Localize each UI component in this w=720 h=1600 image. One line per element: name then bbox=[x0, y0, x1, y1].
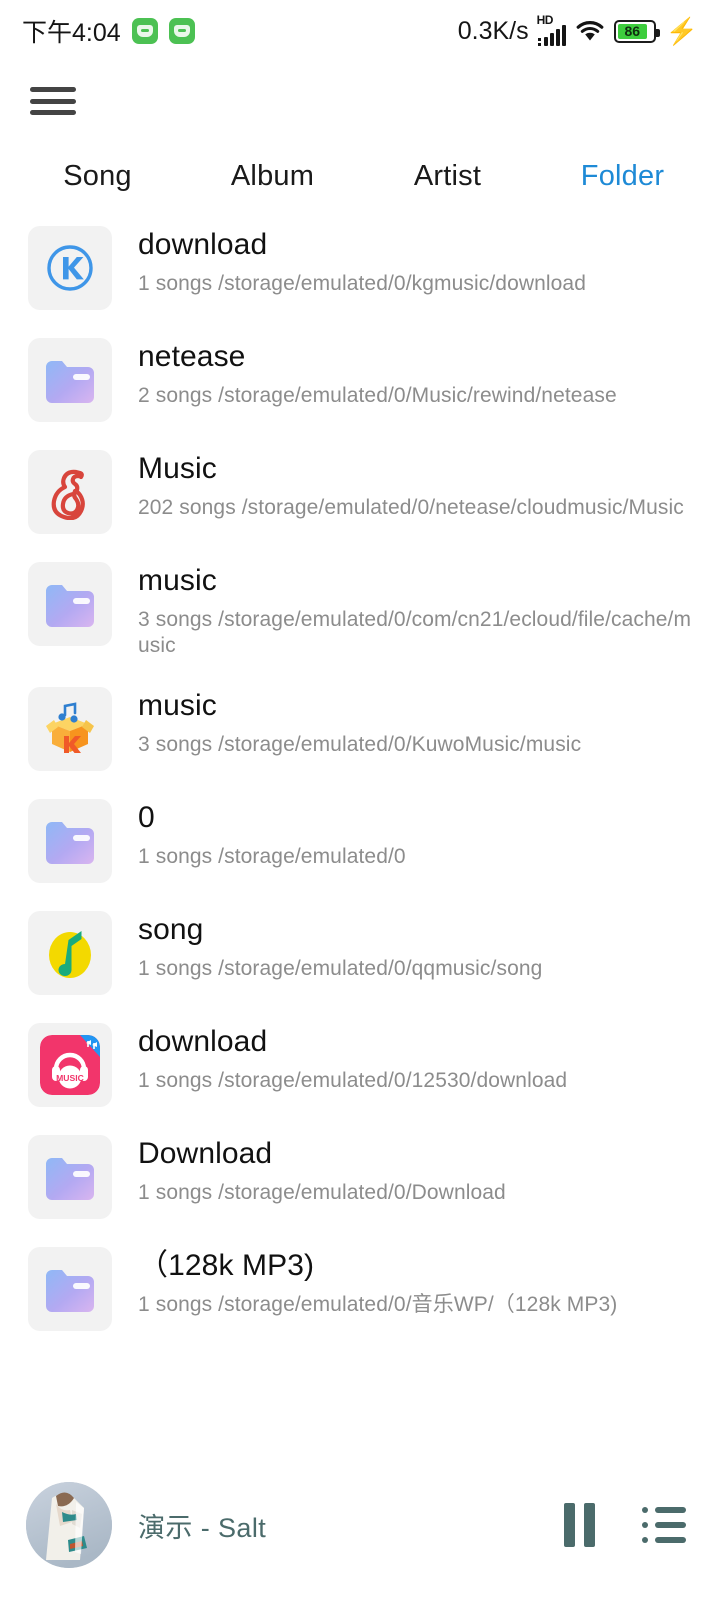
folder-list-item[interactable]: music 3 songs /storage/emulated/0/com/cn2… bbox=[0, 548, 720, 673]
folder-icon bbox=[28, 799, 112, 883]
app-notification-icon bbox=[168, 18, 195, 44]
folder-item-text: music 3 songs /storage/emulated/0/KuwoMus… bbox=[138, 687, 692, 758]
hamburger-menu-icon[interactable] bbox=[30, 84, 76, 118]
now-playing-title: 演示 - Salt bbox=[138, 1512, 267, 1543]
kuwo-icon bbox=[28, 687, 112, 771]
folder-item-subtitle: 2 songs /storage/emulated/0/Music/rewind… bbox=[138, 383, 617, 407]
playlist-icon[interactable] bbox=[642, 1507, 686, 1543]
battery-percent-label: 86 bbox=[617, 23, 647, 39]
folder-item-text: Download 1 songs /storage/emulated/0/Down… bbox=[138, 1135, 692, 1206]
folder-list-item[interactable]: （128k MP3) 1 songs /storage/emulated/0/音乐… bbox=[0, 1233, 720, 1345]
album-art[interactable] bbox=[26, 1482, 112, 1568]
folder-item-subtitle: 1 songs /storage/emulated/0/12530/downlo… bbox=[138, 1068, 568, 1092]
folder-list-item[interactable]: netease 2 songs /storage/emulated/0/Music… bbox=[0, 324, 720, 436]
folder-item-title: netease bbox=[138, 340, 246, 373]
kugou-icon bbox=[28, 226, 112, 310]
folder-item-title: download bbox=[138, 228, 268, 261]
folder-icon bbox=[28, 338, 112, 422]
folder-item-subtitle: 202 songs /storage/emulated/0/netease/cl… bbox=[138, 495, 684, 519]
pause-icon[interactable] bbox=[564, 1503, 598, 1547]
folder-list-item[interactable]: download 1 songs /storage/emulated/0/kgmu… bbox=[0, 212, 720, 324]
mini-player-bar[interactable]: 演示 - Salt bbox=[0, 1450, 720, 1600]
charging-bolt-icon: ⚡ bbox=[665, 16, 698, 46]
folder-item-title: download bbox=[138, 1025, 268, 1058]
folder-item-title: Download bbox=[138, 1137, 273, 1170]
app-notification-icon bbox=[131, 18, 158, 44]
folder-item-text: download 1 songs /storage/emulated/0/1253… bbox=[138, 1023, 692, 1094]
folder-list-item[interactable]: MUSIC download 1 songs /storage/emulated/… bbox=[0, 1009, 720, 1121]
player-controls bbox=[564, 1503, 686, 1547]
folder-item-text: 0 1 songs /storage/emulated/0 bbox=[138, 799, 692, 870]
folder-item-title: music bbox=[138, 564, 217, 597]
signal-dots bbox=[537, 38, 541, 46]
folder-item-text: netease 2 songs /storage/emulated/0/Music… bbox=[138, 338, 692, 409]
signal-icon: HD bbox=[537, 13, 566, 46]
netease-icon bbox=[28, 450, 112, 534]
tab-folder[interactable]: Folder bbox=[535, 160, 710, 193]
folder-list-item[interactable]: Music 202 songs /storage/emulated/0/netea… bbox=[0, 436, 720, 548]
status-bar-right: 0.3K/s HD 86 ⚡ bbox=[457, 13, 698, 46]
folder-item-text: song 1 songs /storage/emulated/0/qqmusic/… bbox=[138, 911, 692, 982]
status-time: 下午4:04 bbox=[22, 19, 121, 47]
folder-icon bbox=[28, 1135, 112, 1219]
wifi-icon bbox=[575, 19, 605, 43]
folder-item-subtitle: 3 songs /storage/emulated/0/KuwoMusic/mu… bbox=[138, 732, 582, 756]
folder-list-item[interactable]: Download 1 songs /storage/emulated/0/Down… bbox=[0, 1121, 720, 1233]
folder-item-subtitle: 1 songs /storage/emulated/0/音乐WP/（128k M… bbox=[138, 1292, 618, 1316]
folder-list: download 1 songs /storage/emulated/0/kgmu… bbox=[0, 212, 720, 1355]
folder-item-subtitle: 1 songs /storage/emulated/0/Download bbox=[138, 1180, 506, 1204]
folder-item-title: song bbox=[138, 913, 204, 946]
tab-album[interactable]: Album bbox=[185, 160, 360, 193]
top-bar bbox=[0, 62, 720, 140]
folder-item-text: Music 202 songs /storage/emulated/0/netea… bbox=[138, 450, 692, 521]
tab-artist[interactable]: Artist bbox=[360, 160, 535, 193]
folder-list-item[interactable]: song 1 songs /storage/emulated/0/qqmusic/… bbox=[0, 897, 720, 1009]
folder-item-title: 0 bbox=[138, 801, 155, 834]
folder-item-text: download 1 songs /storage/emulated/0/kgmu… bbox=[138, 226, 692, 297]
12530-icon: MUSIC bbox=[28, 1023, 112, 1107]
folder-item-text: （128k MP3) 1 songs /storage/emulated/0/音乐… bbox=[138, 1247, 692, 1318]
folder-item-subtitle: 1 songs /storage/emulated/0/qqmusic/song bbox=[138, 956, 543, 980]
tab-song[interactable]: Song bbox=[10, 160, 185, 193]
tab-bar: Song Album Artist Folder bbox=[0, 140, 720, 212]
folder-item-text: music 3 songs /storage/emulated/0/com/cn2… bbox=[138, 562, 692, 659]
folder-item-title: music bbox=[138, 689, 217, 722]
network-speed-label: 0.3K/s bbox=[457, 16, 529, 45]
status-bar: 下午4:04 0.3K/s HD 86 ⚡ bbox=[0, 0, 720, 62]
folder-item-title: （128k MP3) bbox=[138, 1249, 315, 1282]
folder-item-subtitle: 1 songs /storage/emulated/0 bbox=[138, 844, 406, 868]
status-bar-left: 下午4:04 bbox=[22, 13, 195, 49]
svg-text:MUSIC: MUSIC bbox=[56, 1073, 84, 1083]
folder-item-title: Music bbox=[138, 452, 217, 485]
battery-icon: 86 bbox=[613, 19, 660, 43]
folder-list-item[interactable]: music 3 songs /storage/emulated/0/KuwoMus… bbox=[0, 673, 720, 785]
hd-icon: HD bbox=[536, 12, 554, 27]
folder-item-subtitle: 1 songs /storage/emulated/0/kgmusic/down… bbox=[138, 271, 586, 295]
folder-item-subtitle: 3 songs /storage/emulated/0/com/cn21/ecl… bbox=[138, 607, 692, 657]
folder-icon bbox=[28, 562, 112, 646]
qqmusic-icon bbox=[28, 911, 112, 995]
folder-icon bbox=[28, 1247, 112, 1331]
folder-list-item[interactable]: 0 1 songs /storage/emulated/0 bbox=[0, 785, 720, 897]
